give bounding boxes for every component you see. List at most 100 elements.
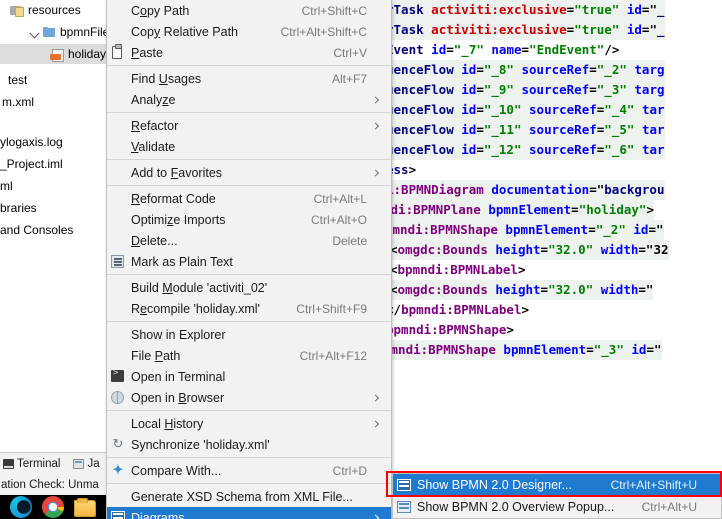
- menu-item-no-icon: [107, 162, 131, 183]
- tree-node[interactable]: m.xml: [0, 92, 112, 112]
- java-tab-label: Ja: [87, 457, 100, 470]
- tree-node-label: resources: [28, 3, 81, 17]
- tree-node[interactable]: ml: [0, 176, 112, 196]
- menu-item-copy-path[interactable]: Copy Path Ctrl+Shift+C: [107, 0, 391, 21]
- tree-node-label: braries: [0, 201, 37, 215]
- menu-item-label: Copy Path: [131, 3, 190, 18]
- menu-item-shortcut: Ctrl+Shift+F9: [296, 301, 367, 316]
- tree-node[interactable]: test: [0, 70, 112, 90]
- tree-node-label: bpmnFiles: [60, 25, 112, 39]
- menu-item-shortcut: Ctrl+Alt+U: [641, 500, 697, 514]
- code-line: i:BPMNDiagram documentation="backgrou: [386, 180, 665, 200]
- tree-node[interactable]: holiday.: [0, 44, 112, 64]
- menu-item-copy-relative-path[interactable]: Copy Relative Path Ctrl+Alt+Shift+C: [107, 21, 391, 42]
- menu-item-no-icon: [107, 277, 131, 298]
- menu-item-optimize-imports[interactable]: Optimize Imports Ctrl+Alt+O: [107, 209, 391, 230]
- menu-item-label: Validate: [131, 139, 176, 154]
- code-line: ndi:BPMNPlane bpmnElement="holiday">: [386, 200, 654, 220]
- menu-item-find-usages[interactable]: Find Usages Alt+F7: [107, 68, 391, 89]
- tree-node[interactable]: bpmnFiles: [0, 22, 112, 42]
- menu-item-local-history[interactable]: Local History: [107, 413, 391, 434]
- chrome-icon[interactable]: [42, 496, 64, 518]
- menu-separator: [107, 321, 391, 322]
- terminal-tool-tab[interactable]: Terminal: [0, 458, 62, 470]
- menu-item-no-icon: [107, 345, 131, 366]
- menu-item-diagrams[interactable]: Diagrams: [107, 507, 391, 519]
- menu-separator: [107, 185, 391, 186]
- menu-item-no-icon: [107, 136, 131, 157]
- menu-item-refactor[interactable]: Refactor: [107, 115, 391, 136]
- menu-item-show-in-explorer[interactable]: Show in Explorer: [107, 324, 391, 345]
- terminal-tab-label: Terminal: [17, 457, 61, 470]
- diagrams-submenu[interactable]: Show BPMN 2.0 Designer... Ctrl+Alt+Shift+…: [392, 473, 722, 519]
- tree-node[interactable]: resources: [0, 0, 112, 20]
- tree-node[interactable]: ylogaxis.log: [0, 132, 112, 152]
- sync-icon: ↻: [112, 436, 124, 451]
- menu-item-shortcut: Ctrl+Alt+L: [313, 191, 367, 206]
- menu-item-shortcut: Ctrl+Shift+C: [301, 3, 367, 18]
- tree-node[interactable]: and Consoles: [0, 220, 112, 240]
- menu-separator: [107, 410, 391, 411]
- submenu-item-show-bpmn-2-0-designer[interactable]: Show BPMN 2.0 Designer... Ctrl+Alt+Shift+…: [393, 474, 721, 496]
- file-explorer-icon[interactable]: [74, 498, 96, 517]
- code-line: uenceFlow id="_10" sourceRef="_4" tar: [386, 100, 665, 120]
- ide-screenshot: resources bpmnFiles holiday. test m.xml yloga…: [0, 0, 722, 519]
- menu-item-reformat-code[interactable]: Reformat Code Ctrl+Alt+L: [107, 188, 391, 209]
- menu-item-delete[interactable]: Delete... Delete: [107, 230, 391, 251]
- menu-item-mark-as-plain-text[interactable]: Mark as Plain Text: [107, 251, 391, 272]
- menu-item-label: Add to Favorites: [131, 165, 223, 180]
- menu-item-label: Generate XSD Schema from XML File...: [131, 489, 353, 504]
- menu-item-open-in-terminal[interactable]: Open in Terminal: [107, 366, 391, 387]
- tree-node-label: holiday.: [68, 47, 109, 61]
- menu-item-add-to-favorites[interactable]: Add to Favorites: [107, 162, 391, 183]
- code-line: <omgdc:Bounds height="32.0" width="32: [386, 240, 669, 260]
- menu-item-label: Refactor: [131, 118, 179, 133]
- code-line: uenceFlow id="_12" sourceRef="_6" tar: [386, 140, 665, 160]
- menu-item-label: File Path: [131, 348, 181, 363]
- menu-item-recompile-holiday-xml[interactable]: Recompile 'holiday.xml' Ctrl+Shift+F9: [107, 298, 391, 319]
- tree-node[interactable]: _Project.iml: [0, 154, 112, 174]
- menu-item-paste[interactable]: Paste Ctrl+V: [107, 42, 391, 63]
- menu-item-analyze[interactable]: Analyze: [107, 89, 391, 110]
- xml-editor[interactable]: rTask activiti:exclusive="true" id="_ rTa…: [386, 0, 722, 452]
- tree-node-label: m.xml: [2, 95, 34, 109]
- tree-node-label: ml: [0, 179, 13, 193]
- submenu-item-show-bpmn-2-0-overview-popup[interactable]: Show BPMN 2.0 Overview Popup... Ctrl+Alt+…: [393, 496, 721, 518]
- menu-item-validate[interactable]: Validate: [107, 136, 391, 157]
- context-menu[interactable]: Copy Path Ctrl+Shift+C Copy Relative Path C…: [106, 0, 392, 519]
- tree-node[interactable]: braries: [0, 198, 112, 218]
- compare-icon: ✦: [112, 462, 124, 477]
- code-line: pmndi:BPMNShape bpmnElement="_3" id=": [386, 340, 662, 360]
- menu-item-shortcut: Ctrl+Alt+Shift+C: [280, 24, 367, 39]
- menu-item-label: Optimize Imports: [131, 212, 226, 227]
- code-line: rTask activiti:exclusive="true" id="_: [386, 20, 665, 40]
- menu-item-no-icon: [107, 21, 131, 42]
- chevron-down-icon[interactable]: [30, 27, 41, 38]
- menu-item-label: Delete...: [131, 233, 178, 248]
- menu-item-generate-xsd-schema-from-xml-file[interactable]: Generate XSD Schema from XML File...: [107, 486, 391, 507]
- menu-item-no-icon: [107, 68, 131, 89]
- menu-item-compare-with[interactable]: ✦ Compare With... Ctrl+D: [107, 460, 391, 481]
- code-line: pmndi:BPMNShape bpmnElement="_2" id=": [386, 220, 664, 240]
- code-line: Event id="_7" name="EndEvent"/>: [386, 40, 620, 60]
- menu-item-label: Reformat Code: [131, 191, 216, 206]
- diagram-icon: [393, 475, 417, 496]
- menu-separator: [107, 274, 391, 275]
- menu-item-build-module-activiti-02[interactable]: Build Module 'activiti_02': [107, 277, 391, 298]
- menu-item-label: Recompile 'holiday.xml': [131, 301, 260, 316]
- java-enterprise-icon: [73, 458, 85, 469]
- code-line: <bpmndi:BPMNLabel>: [386, 260, 526, 280]
- menu-item-label: Paste: [131, 45, 163, 60]
- menu-item-no-icon: [107, 230, 131, 251]
- bottom-tool-window-bar[interactable]: Terminal Ja: [0, 452, 112, 474]
- project-tool-window[interactable]: resources bpmnFiles holiday. test m.xml yloga…: [0, 0, 112, 452]
- menu-item-label: Show in Explorer: [131, 327, 226, 342]
- java-tool-tab[interactable]: Ja: [70, 458, 101, 470]
- menu-separator: [107, 159, 391, 160]
- menu-item-synchronize-holiday-xml[interactable]: ↻ Synchronize 'holiday.xml': [107, 434, 391, 455]
- menu-item-label: Compare With...: [131, 463, 222, 478]
- menu-item-open-in-browser[interactable]: Open in Browser: [107, 387, 391, 408]
- menu-item-file-path[interactable]: File Path Ctrl+Alt+F12: [107, 345, 391, 366]
- menu-separator: [107, 112, 391, 113]
- edge-icon[interactable]: [10, 496, 32, 518]
